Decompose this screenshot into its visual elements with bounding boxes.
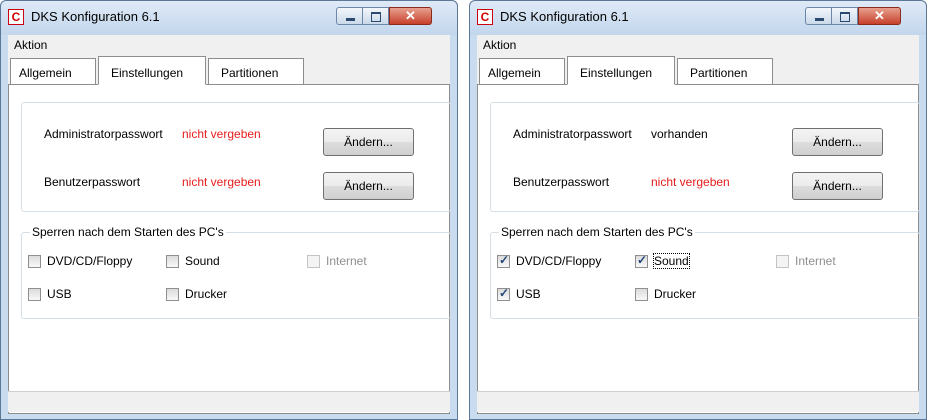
checkbox-dvd[interactable]: DVD/CD/Floppy	[28, 254, 132, 268]
group-title: Sperren nach dem Starten des PC's	[30, 225, 226, 239]
status-bar	[8, 391, 450, 412]
tab-panel-einstellungen: Administratorpasswort vorhanden Ändern..…	[477, 84, 920, 414]
password-group: Administratorpasswort vorhanden Ändern..…	[490, 102, 920, 212]
status-bar	[477, 391, 919, 412]
checkbox-internet: Internet	[307, 254, 367, 268]
check-icon: ✓	[499, 285, 510, 300]
checkbox-dvd[interactable]: ✓ DVD/CD/Floppy	[497, 252, 602, 268]
change-user-password-button[interactable]: Ändern...	[323, 172, 414, 200]
minimize-button[interactable]	[805, 7, 832, 25]
checkbox-box[interactable]: ✓	[497, 252, 510, 268]
checkbox-box[interactable]	[166, 254, 179, 268]
checkbox-label: DVD/CD/Floppy	[516, 254, 602, 268]
menu-bar: Aktion	[477, 35, 919, 55]
checkbox-usb[interactable]: ✓ USB	[497, 285, 541, 301]
window-title: DKS Konfiguration 6.1	[31, 9, 160, 24]
admin-password-status: nicht vergeben	[182, 127, 261, 141]
change-user-password-button[interactable]: Ändern...	[792, 172, 883, 200]
tab-panel-einstellungen: Administratorpasswort nicht vergeben Änd…	[8, 84, 451, 414]
close-button[interactable]: ✕	[858, 7, 901, 25]
checkbox-box[interactable]: ✓	[497, 285, 510, 301]
title-bar[interactable]: C DKS Konfiguration 6.1 ✕	[1, 1, 457, 35]
checkbox-label: Sound	[653, 253, 690, 269]
user-password-status: nicht vergeben	[651, 175, 730, 189]
menu-aktion[interactable]: Aktion	[483, 38, 516, 52]
minimize-icon	[815, 18, 824, 21]
admin-password-label: Administratorpasswort	[513, 127, 632, 141]
tab-allgemein[interactable]: Allgemein	[10, 58, 96, 84]
checkbox-box[interactable]	[28, 287, 41, 301]
checkbox-label: USB	[516, 287, 541, 301]
checkbox-label: USB	[47, 287, 72, 301]
checkbox-sound[interactable]: ✓ Sound	[635, 252, 690, 269]
checkbox-box[interactable]	[28, 254, 41, 268]
maximize-icon	[371, 12, 381, 22]
close-button[interactable]: ✕	[389, 7, 432, 25]
group-title: Sperren nach dem Starten des PC's	[499, 225, 695, 239]
checkbox-sound[interactable]: Sound	[166, 254, 220, 268]
user-password-status: nicht vergeben	[182, 175, 261, 189]
lock-group: Sperren nach dem Starten des PC's DVD/CD…	[21, 225, 451, 319]
check-icon: ✓	[637, 252, 648, 267]
tab-einstellungen[interactable]: Einstellungen	[98, 56, 206, 85]
close-icon: ✕	[405, 8, 416, 23]
checkbox-label: Internet	[326, 254, 367, 268]
checkbox-label: Internet	[795, 254, 836, 268]
tab-allgemein[interactable]: Allgemein	[479, 58, 565, 84]
tab-label: Allgemein	[19, 66, 72, 80]
change-admin-password-button[interactable]: Ändern...	[792, 128, 883, 156]
checkbox-usb[interactable]: USB	[28, 287, 72, 301]
maximize-button[interactable]	[832, 7, 858, 25]
checkbox-label: DVD/CD/Floppy	[47, 254, 133, 268]
checkbox-label: Drucker	[185, 287, 228, 301]
admin-password-label: Administratorpasswort	[44, 127, 163, 141]
checkbox-internet: Internet	[776, 254, 836, 268]
user-password-label: Benutzerpasswort	[44, 175, 141, 189]
menu-aktion[interactable]: Aktion	[14, 38, 47, 52]
tab-label: Einstellungen	[580, 66, 653, 80]
tab-einstellungen[interactable]: Einstellungen	[567, 56, 675, 85]
maximize-button[interactable]	[363, 7, 389, 25]
tab-label: Partitionen	[690, 66, 748, 80]
checkbox-box	[776, 254, 789, 268]
checkbox-drucker[interactable]: Drucker	[635, 287, 696, 301]
minimize-icon	[346, 18, 355, 21]
tab-label: Allgemein	[488, 66, 541, 80]
tab-partitionen[interactable]: Partitionen	[208, 58, 304, 84]
user-password-label: Benutzerpasswort	[513, 175, 610, 189]
close-icon: ✕	[874, 8, 885, 23]
change-admin-password-button[interactable]: Ändern...	[323, 128, 414, 156]
checkbox-box[interactable]: ✓	[635, 252, 648, 268]
checkbox-box[interactable]	[166, 287, 179, 301]
app-icon: C	[8, 9, 24, 25]
checkbox-box	[307, 254, 320, 268]
tab-partitionen[interactable]: Partitionen	[677, 58, 773, 84]
minimize-button[interactable]	[336, 7, 363, 25]
lock-group: Sperren nach dem Starten des PC's ✓ DVD/…	[490, 225, 920, 319]
checkbox-label: Sound	[185, 254, 220, 268]
password-group: Administratorpasswort nicht vergeben Änd…	[21, 102, 451, 212]
tab-label: Partitionen	[221, 66, 279, 80]
check-icon: ✓	[499, 252, 510, 267]
app-icon: C	[477, 9, 493, 25]
client-area: Aktion Allgemein Einstellungen Partition…	[477, 35, 920, 414]
checkbox-box[interactable]	[635, 287, 648, 301]
checkbox-label: Drucker	[654, 287, 697, 301]
client-area: Aktion Allgemein Einstellungen Partition…	[8, 35, 451, 414]
admin-password-status: vorhanden	[651, 127, 708, 141]
window-title: DKS Konfiguration 6.1	[500, 9, 629, 24]
maximize-icon	[840, 12, 850, 22]
title-bar[interactable]: C DKS Konfiguration 6.1 ✕	[470, 1, 926, 35]
menu-bar: Aktion	[8, 35, 450, 55]
window-2: C DKS Konfiguration 6.1 ✕ Aktion Allgeme…	[469, 0, 927, 420]
tab-label: Einstellungen	[111, 66, 184, 80]
window-1: C DKS Konfiguration 6.1 ✕ Aktion Allgeme…	[0, 0, 458, 420]
checkbox-drucker[interactable]: Drucker	[166, 287, 227, 301]
